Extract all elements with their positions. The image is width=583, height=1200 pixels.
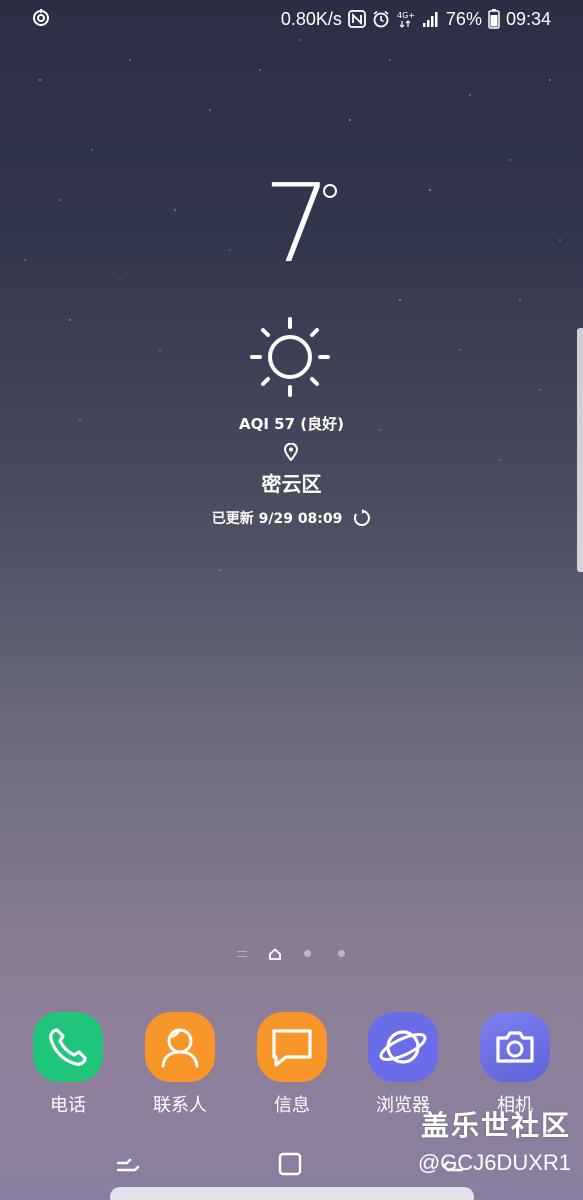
battery-percent: 76% bbox=[445, 8, 482, 29]
page-indicator-home-icon[interactable] bbox=[268, 946, 282, 960]
temperature-value: 7 bbox=[263, 162, 332, 287]
camera-icon bbox=[480, 1012, 550, 1082]
battery-icon bbox=[488, 9, 500, 29]
app-browser[interactable]: 浏览器 bbox=[358, 1010, 448, 1117]
pin-icon bbox=[283, 442, 299, 462]
updated-label: 已更新 9/29 08:09 bbox=[211, 511, 343, 527]
browser-icon bbox=[368, 1012, 438, 1082]
sun-icon bbox=[248, 315, 332, 399]
network-type-label: 4G+ bbox=[397, 11, 415, 20]
network-type-icon: 4G+ bbox=[396, 9, 416, 29]
app-phone[interactable]: 电话 bbox=[23, 1010, 113, 1117]
location-label: 密云区 bbox=[261, 472, 322, 496]
app-label: 信息 bbox=[274, 1095, 310, 1116]
app-messages[interactable]: 信息 bbox=[247, 1010, 337, 1117]
app-label: 联系人 bbox=[153, 1095, 207, 1116]
home-pill-bar[interactable] bbox=[110, 1187, 474, 1200]
net-speed: 0.80K/s bbox=[280, 8, 342, 29]
page-indicator bbox=[0, 946, 583, 962]
alarm-icon bbox=[372, 10, 390, 28]
page-indicator-dot[interactable] bbox=[304, 950, 311, 957]
signal-icon bbox=[422, 10, 440, 28]
phone-icon bbox=[33, 1012, 103, 1082]
app-label: 电话 bbox=[50, 1095, 86, 1116]
degree-symbol bbox=[323, 184, 337, 198]
edge-panel-handle[interactable] bbox=[577, 328, 583, 572]
watermark-title: 盖乐世社区 bbox=[420, 1109, 571, 1142]
app-camera[interactable]: 相机 bbox=[470, 1010, 560, 1117]
temperature: 7 bbox=[255, 170, 355, 288]
contacts-icon bbox=[145, 1012, 215, 1082]
app-contacts[interactable]: 联系人 bbox=[135, 1010, 225, 1117]
home-icon[interactable] bbox=[278, 1152, 302, 1176]
sync-icon bbox=[30, 7, 52, 29]
clock: 09:34 bbox=[505, 8, 551, 29]
recent-apps-icon[interactable] bbox=[115, 1154, 141, 1176]
back-icon[interactable] bbox=[440, 1154, 466, 1176]
message-icon bbox=[257, 1012, 327, 1082]
updated-row: 已更新 9/29 08:09 bbox=[0, 508, 583, 531]
page-indicator-dot[interactable] bbox=[338, 950, 345, 957]
refresh-icon[interactable] bbox=[353, 509, 371, 531]
page-indicator-menu[interactable] bbox=[237, 951, 247, 957]
nfc-icon bbox=[348, 10, 366, 28]
aqi-label: AQI 57 (良好) bbox=[239, 415, 344, 433]
status-bar: 0.80K/s 4G+ 76% 09:34 bbox=[0, 0, 583, 38]
